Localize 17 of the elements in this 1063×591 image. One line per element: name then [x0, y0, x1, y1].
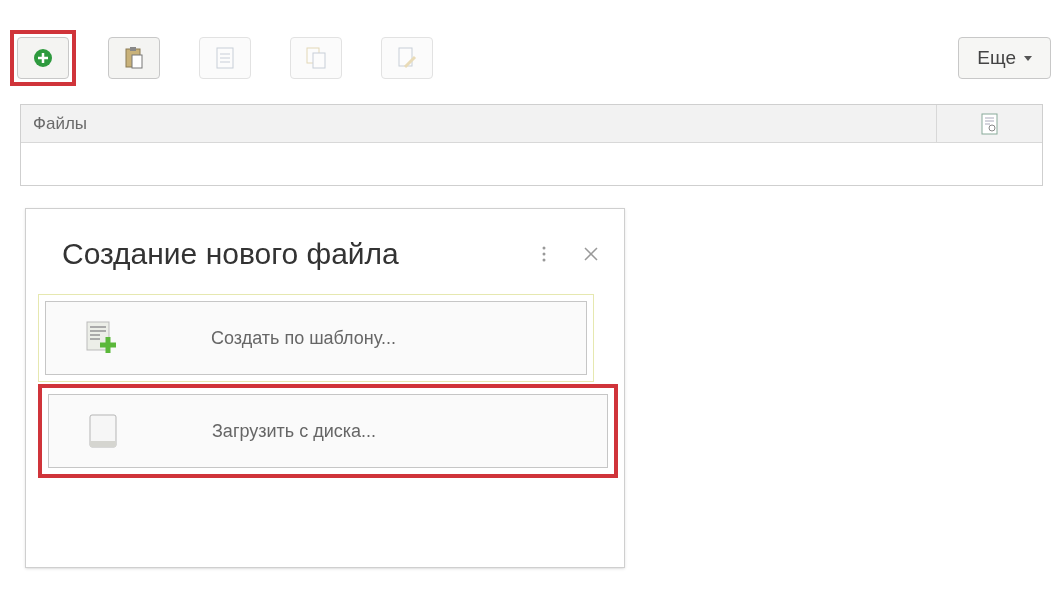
certificate-icon: [980, 112, 999, 135]
template-add-icon: [86, 321, 116, 355]
dialog-option-button[interactable]: Создать по шаблону...: [45, 301, 587, 375]
more-options-icon[interactable]: [542, 245, 546, 262]
dialog-option-button[interactable]: Загрузить с диска...: [48, 394, 608, 468]
document-edit-icon: [397, 47, 417, 69]
document-icon: [216, 47, 234, 69]
toolbar-button[interactable]: [17, 37, 69, 79]
dialog-title: Создание нового файла: [62, 236, 399, 272]
plus-circle-icon: [33, 48, 53, 68]
clipboard-icon: [124, 46, 144, 70]
close-icon[interactable]: [584, 246, 598, 261]
copy-icon: [306, 47, 326, 69]
blank-page-icon: [89, 414, 117, 448]
toolbar-button[interactable]: [108, 37, 160, 79]
more-button[interactable]: Еще: [958, 37, 1051, 79]
caret-icon: [1024, 55, 1032, 61]
